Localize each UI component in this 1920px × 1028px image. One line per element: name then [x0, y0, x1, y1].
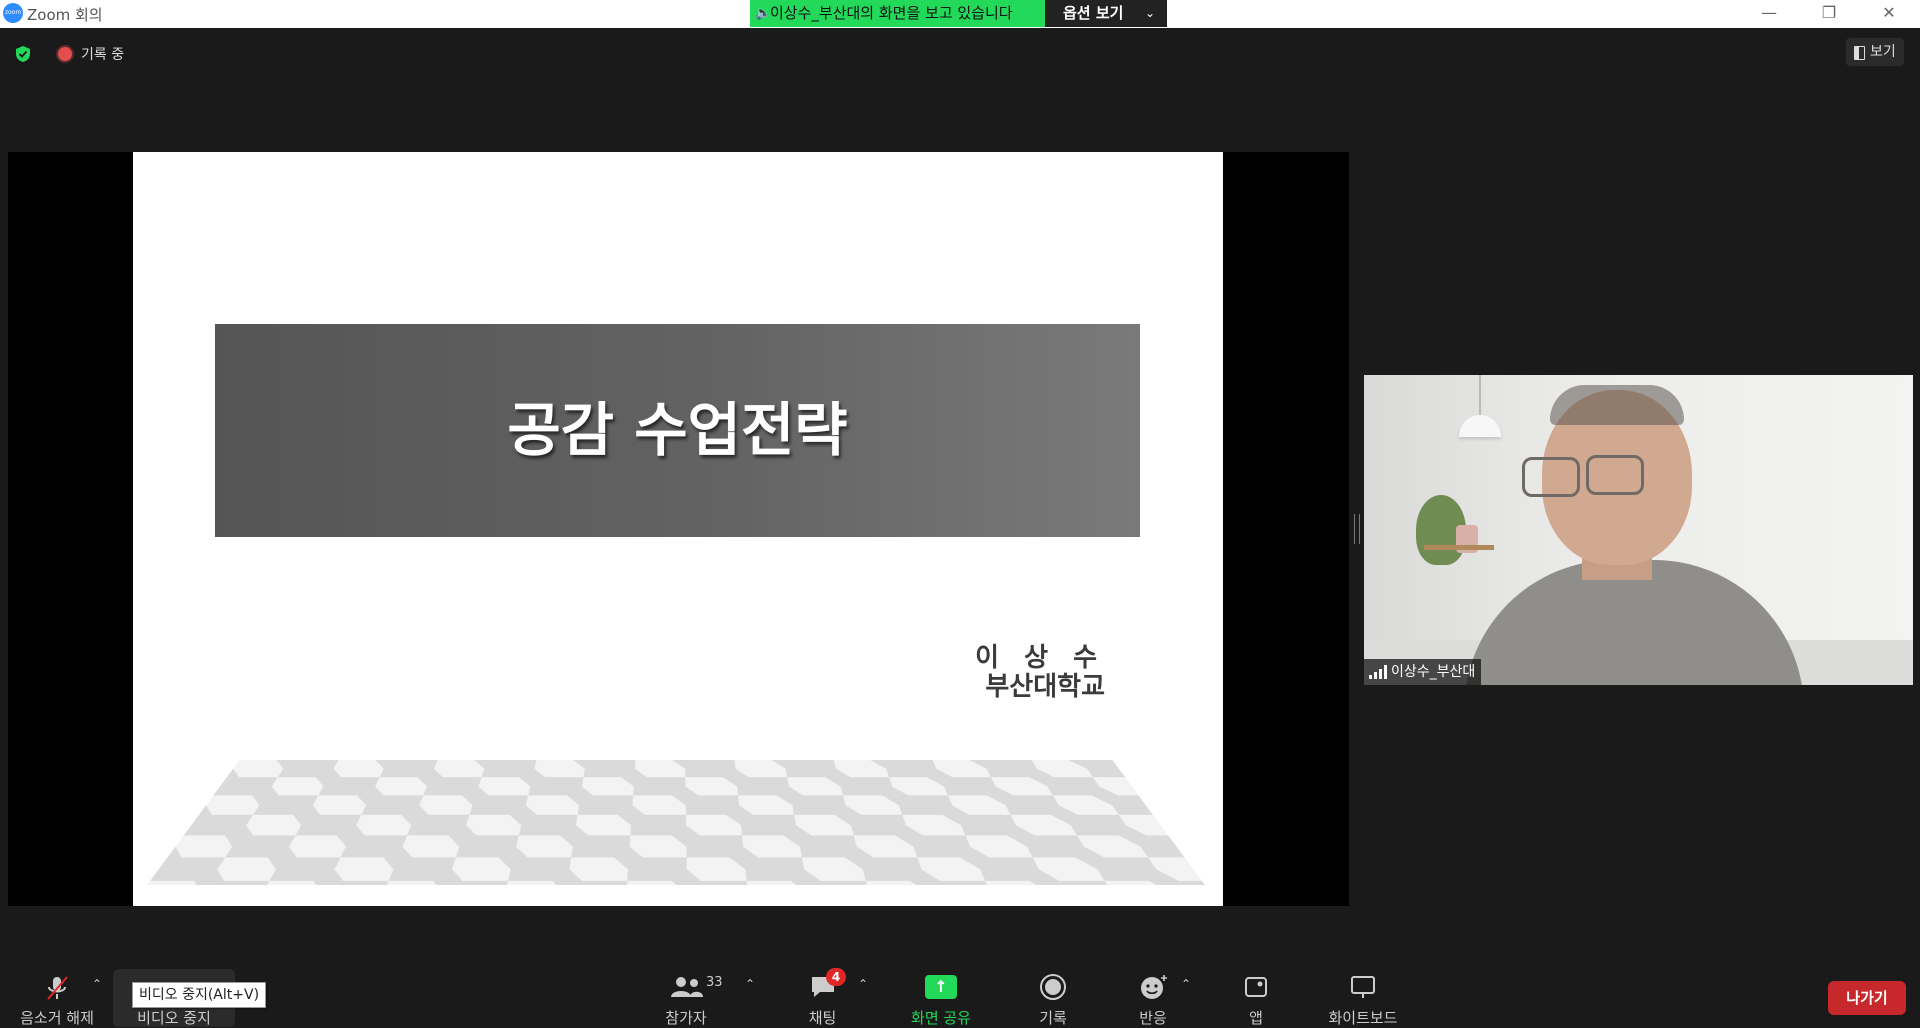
apps-icon: [1245, 977, 1267, 997]
slide-presenter-org: 부산대학교: [985, 672, 1105, 702]
presentation-slide: 공감 수업전략 이 상 수 부산대학교: [133, 152, 1223, 906]
stop-video-tooltip: 비디오 중지(Alt+V): [132, 982, 267, 1008]
participants-button[interactable]: 참가자: [656, 963, 716, 1027]
apps-button[interactable]: 앱: [1243, 963, 1269, 1027]
record-label: 기록: [1039, 1009, 1067, 1027]
unmute-button[interactable]: 음소거 해제: [14, 963, 100, 1027]
slide-title-banner: 공감 수업전략: [215, 324, 1140, 537]
restore-button[interactable]: ❐: [1806, 0, 1852, 28]
reactions-button[interactable]: 반응: [1135, 963, 1171, 1027]
whiteboard-label: 화이트보드: [1328, 1009, 1398, 1027]
signal-strength-icon: [1369, 665, 1387, 679]
recording-icon: [58, 47, 72, 61]
window-title: Zoom 회의: [27, 6, 103, 24]
reactions-smiley-icon: [1141, 975, 1167, 999]
muted-microphone-icon: [47, 976, 68, 1000]
whiteboard-button[interactable]: 화이트보드: [1325, 963, 1401, 1027]
minimize-button[interactable]: —: [1746, 0, 1792, 28]
chat-label: 채팅: [808, 1009, 837, 1027]
participants-count: 33: [706, 975, 723, 990]
layout-icon: [1854, 46, 1865, 60]
whiteboard-icon: [1351, 976, 1375, 998]
shared-screen: 공감 수업전략 이 상 수 부산대학교: [8, 152, 1349, 906]
chat-options-caret-icon[interactable]: ⌃: [858, 977, 868, 991]
view-options-button[interactable]: 옵션 보기 ⌄: [1045, 0, 1167, 27]
sharing-banner: 🔈 이상수_부산대의 화면을 보고 있습니다: [750, 0, 1045, 27]
title-bar: zoom Zoom 회의 🔈 이상수_부산대의 화면을 보고 있습니다 옵션 보…: [0, 0, 1920, 28]
close-button[interactable]: ✕: [1866, 0, 1912, 28]
reactions-options-caret-icon[interactable]: ⌃: [1181, 977, 1191, 991]
security-shield-icon[interactable]: [14, 45, 32, 63]
participant-video[interactable]: [1364, 375, 1913, 685]
participants-icon: [671, 977, 703, 997]
view-options-label: 옵션 보기: [1063, 4, 1124, 22]
stop-video-label: 비디오 중지: [137, 1009, 211, 1027]
leave-button[interactable]: 나가기: [1828, 981, 1906, 1015]
chevron-down-icon: ⌄: [1145, 6, 1156, 20]
recording-label: 기록 중: [81, 47, 125, 63]
zoom-logo-icon: zoom: [3, 3, 23, 23]
panel-splitter-handle[interactable]: [1354, 514, 1360, 544]
share-screen-label: 화면 공유: [911, 1009, 971, 1027]
participants-label: 참가자: [665, 1009, 707, 1027]
view-button-label: 보기: [1870, 44, 1896, 60]
speaker-icon: 🔈: [755, 6, 772, 21]
chat-unread-badge: 4: [826, 968, 846, 986]
share-screen-arrow-icon: ↑: [925, 975, 957, 999]
reactions-label: 반응: [1139, 1009, 1167, 1027]
record-button[interactable]: 기록: [1035, 963, 1071, 1027]
sharing-banner-text: 이상수_부산대의 화면을 보고 있습니다: [770, 4, 1013, 22]
audio-options-caret-icon[interactable]: ⌃: [92, 977, 102, 991]
participant-name-tag: 이상수_부산대: [1364, 659, 1482, 685]
apps-label: 앱: [1249, 1009, 1263, 1027]
participants-options-caret-icon[interactable]: ⌃: [745, 977, 755, 991]
slide-title: 공감 수업전략: [507, 396, 848, 464]
unmute-label: 음소거 해제: [20, 1009, 94, 1027]
record-icon: [1040, 974, 1066, 1000]
participant-name: 이상수_부산대: [1391, 664, 1476, 680]
view-button[interactable]: 보기: [1846, 38, 1904, 66]
checkered-floor: [147, 759, 1205, 885]
